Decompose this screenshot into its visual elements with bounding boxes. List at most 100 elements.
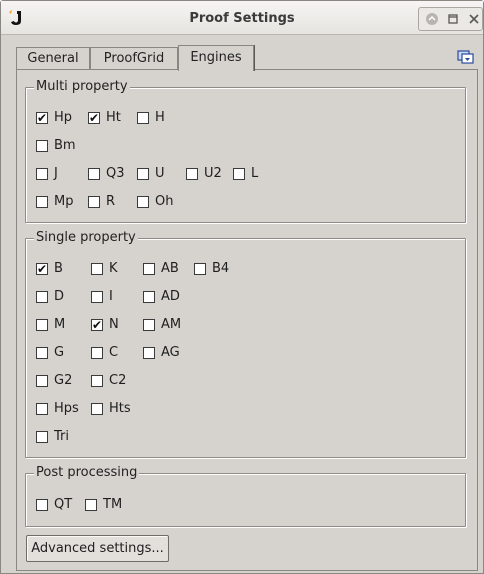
checkmark-icon: ✔ [89,111,100,125]
checkbox-tri[interactable]: Tri [36,429,69,447]
checkbox-mp[interactable]: Mp [36,194,73,212]
checkbox-g[interactable]: G [36,345,64,363]
checkbox-hts[interactable]: Hts [91,401,131,419]
checkbox-label: AG [161,345,180,360]
checkbox-box[interactable] [36,431,48,443]
checkbox-box[interactable]: ✔ [88,111,100,125]
checkbox-label: G2 [54,373,73,388]
checkbox-label: U [155,166,165,181]
checkbox-b4[interactable]: B4 [194,261,229,279]
checkbox-box[interactable] [36,347,48,359]
checkbox-d[interactable]: D [36,289,64,307]
checkbox-label: AD [161,289,180,304]
checkbox-label: I [109,289,113,304]
tab-label: ProofGrid [103,51,165,66]
checkbox-box[interactable] [91,291,103,303]
checkbox-q3[interactable]: Q3 [88,166,125,184]
tab-engines[interactable]: Engines [178,45,254,71]
checkbox-m[interactable]: M [36,317,65,335]
checkbox-ab[interactable]: AB [143,261,179,279]
checkbox-box[interactable] [36,291,48,303]
checkbox-box[interactable] [143,347,155,359]
checkbox-box[interactable] [233,168,245,180]
checkbox-box[interactable]: ✔ [36,262,48,276]
checkbox-label: M [54,317,66,332]
checkbox-label: C2 [109,373,127,388]
checkbox-box[interactable]: ✔ [91,318,103,332]
tab-proofgrid[interactable]: ProofGrid [90,47,178,70]
checkbox-box[interactable] [36,168,48,180]
group-title: Post processing [34,465,140,481]
checkbox-box[interactable] [36,140,48,152]
checkbox-box[interactable]: ✔ [36,111,48,125]
checkbox-box[interactable] [36,499,48,511]
checkbox-label: D [54,289,65,304]
title-bar[interactable]: Proof Settings [1,1,483,35]
checkbox-box[interactable] [143,319,155,331]
checkbox-box[interactable] [36,403,48,415]
checkbox-label: J [54,166,58,181]
proof-settings-window: Proof Settings General ProofGrid Engines [0,0,484,574]
checkbox-am[interactable]: AM [143,317,181,335]
checkbox-box[interactable] [143,291,155,303]
checkbox-box[interactable] [36,196,48,208]
checkbox-h[interactable]: H [137,110,165,128]
checkbox-c[interactable]: C [91,345,118,363]
checkbox-box[interactable] [36,375,48,387]
checkmark-icon: ✔ [37,262,48,276]
checkbox-box[interactable] [88,196,100,208]
checkbox-u[interactable]: U [137,166,165,184]
checkbox-box[interactable] [186,168,198,180]
checkbox-box[interactable] [85,499,97,511]
checkbox-box[interactable] [137,168,149,180]
checkbox-label: Hp [54,110,73,125]
checkbox-ad[interactable]: AD [143,289,180,307]
checkbox-label: AB [161,261,179,276]
checkbox-box[interactable] [36,319,48,331]
checkbox-c2[interactable]: C2 [91,373,126,391]
checkbox-g2[interactable]: G2 [36,373,72,391]
checkbox-box[interactable] [91,263,103,275]
checkbox-u2[interactable]: U2 [186,166,222,184]
checkbox-ht[interactable]: ✔ Ht [88,110,121,128]
checkbox-tm[interactable]: TM [85,497,122,515]
checkbox-label: R [106,194,116,209]
checkbox-label: G [54,345,65,360]
tab-general[interactable]: General [16,47,90,70]
window-controls [418,7,483,31]
checkbox-box[interactable] [91,403,103,415]
checkbox-box[interactable] [194,263,206,275]
tab-list-icon[interactable] [457,49,475,65]
checkbox-box[interactable] [143,263,155,275]
checkbox-k[interactable]: K [91,261,118,279]
checkbox-label: L [251,166,259,181]
checkbox-hp[interactable]: ✔ Hp [36,110,72,128]
checkbox-box[interactable] [91,347,103,359]
checkbox-label: Q3 [106,166,125,181]
checkbox-qt[interactable]: QT [36,497,72,515]
checkbox-label: Oh [155,194,174,209]
advanced-settings-button[interactable]: Advanced settings... [26,535,169,562]
checkbox-l[interactable]: L [233,166,258,184]
checkbox-b[interactable]: ✔ B [36,261,63,279]
close-icon[interactable] [467,12,481,26]
checkbox-box[interactable] [91,375,103,387]
checkbox-n[interactable]: ✔ N [91,317,119,335]
checkbox-label: B4 [212,261,230,276]
checkbox-label: Bm [54,138,76,153]
checkbox-j[interactable]: J [36,166,58,184]
checkbox-r[interactable]: R [88,194,115,212]
checkbox-box[interactable] [88,168,100,180]
checkbox-box[interactable] [137,112,149,124]
checkbox-oh[interactable]: Oh [137,194,173,212]
tab-label: General [27,51,79,66]
checkbox-box[interactable] [137,196,149,208]
checkbox-ag[interactable]: AG [143,345,180,363]
minimize-icon[interactable] [425,12,439,26]
checkbox-label: AM [161,317,182,332]
checkbox-bm[interactable]: Bm [36,138,76,156]
checkbox-i[interactable]: I [91,289,113,307]
checkbox-hps[interactable]: Hps [36,401,79,419]
maximize-icon[interactable] [446,12,460,26]
checkbox-label: Ht [106,110,121,125]
